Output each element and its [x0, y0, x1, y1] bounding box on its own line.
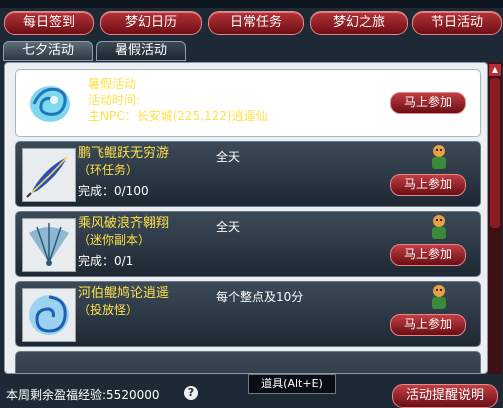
main-nav: 每日签到 梦幻日历 日常任务 梦幻之旅 节日活动 [0, 9, 503, 35]
activity-subtitle: （环任务） [78, 163, 139, 177]
join-button[interactable]: 马上参加 [390, 174, 466, 196]
featured-join-button[interactable]: 马上参加 [390, 92, 466, 114]
tab-journey[interactable]: 梦幻之旅 [310, 11, 408, 35]
activity-card: 鹏飞鲲跃无穷游 （环任务） 完成：0/100 全天 马上参加 [15, 141, 481, 207]
remaining-experience: 本周剩余盈福经验:5520000 [6, 388, 160, 402]
activity-subtitle: （迷你副本） [78, 233, 151, 247]
tab-daily-tasks[interactable]: 日常任务 [208, 11, 304, 35]
activity-time: 每个整点及10分 [216, 290, 304, 304]
wave-icon [24, 76, 76, 128]
tab-festival[interactable]: 节日活动 [412, 11, 502, 35]
scroll-up-icon[interactable]: ▲ [489, 64, 501, 76]
activity-title: 乘风破浪齐翱翔 [78, 216, 170, 231]
subtab-row: 七夕活动 暑假活动 [0, 40, 503, 61]
help-icon[interactable]: ? [184, 386, 198, 400]
activity-card: 河伯鲲鸠论逍遥 （投放怪） 每个整点及10分 马上参加 [15, 281, 481, 347]
join-button[interactable]: 马上参加 [390, 244, 466, 266]
scrollbar[interactable]: ▲ [488, 62, 502, 374]
featured-title: 暑假活动 [88, 77, 137, 91]
tab-calendar[interactable]: 梦幻日历 [100, 11, 202, 35]
featured-time-label: 活动时间: [88, 93, 141, 107]
tab-daily-checkin[interactable]: 每日签到 [4, 11, 94, 35]
scroll-thumb[interactable] [490, 78, 500, 228]
whirlpool-icon [22, 288, 76, 342]
items-tooltip: 道具(Alt+E) [248, 374, 336, 394]
activity-reminder-button[interactable]: 活动提醒说明 [392, 384, 498, 408]
tab-qixi[interactable]: 七夕活动 [3, 41, 93, 61]
footer: 本周剩余盈福经验:5520000 ? 道具(Alt+E) 活动提醒说明 [0, 374, 503, 408]
activity-card: 乘风破浪齐翱翔 （迷你副本） 完成：0/1 全天 马上参加 [15, 211, 481, 277]
fan-icon [22, 218, 76, 272]
activity-time: 全天 [216, 220, 241, 234]
join-button[interactable]: 马上参加 [390, 314, 466, 336]
activity-subtitle: （投放怪） [78, 303, 139, 317]
activity-card-partial [15, 351, 481, 373]
feather-icon [22, 148, 76, 202]
activity-title: 鹏飞鲲跃无穷游 [78, 146, 170, 161]
activity-progress: 完成：0/1 [78, 254, 134, 268]
activity-time: 全天 [216, 150, 241, 164]
activity-title: 河伯鲲鸠论逍遥 [78, 286, 170, 301]
activity-panel: 暑假活动 活动时间: 主NPC：长安城(225,122)逍遥仙 马上参加 鹏飞鲲… [4, 62, 488, 374]
featured-npc: 主NPC：长安城(225,122)逍遥仙 [88, 109, 268, 123]
npc-icon[interactable] [428, 214, 450, 240]
window-title-bar [0, 0, 503, 8]
tab-summer[interactable]: 暑假活动 [96, 41, 186, 61]
activity-progress: 完成：0/100 [78, 184, 149, 198]
npc-icon[interactable] [428, 284, 450, 310]
npc-icon[interactable] [428, 144, 450, 170]
featured-activity-card: 暑假活动 活动时间: 主NPC：长安城(225,122)逍遥仙 马上参加 [15, 69, 481, 137]
